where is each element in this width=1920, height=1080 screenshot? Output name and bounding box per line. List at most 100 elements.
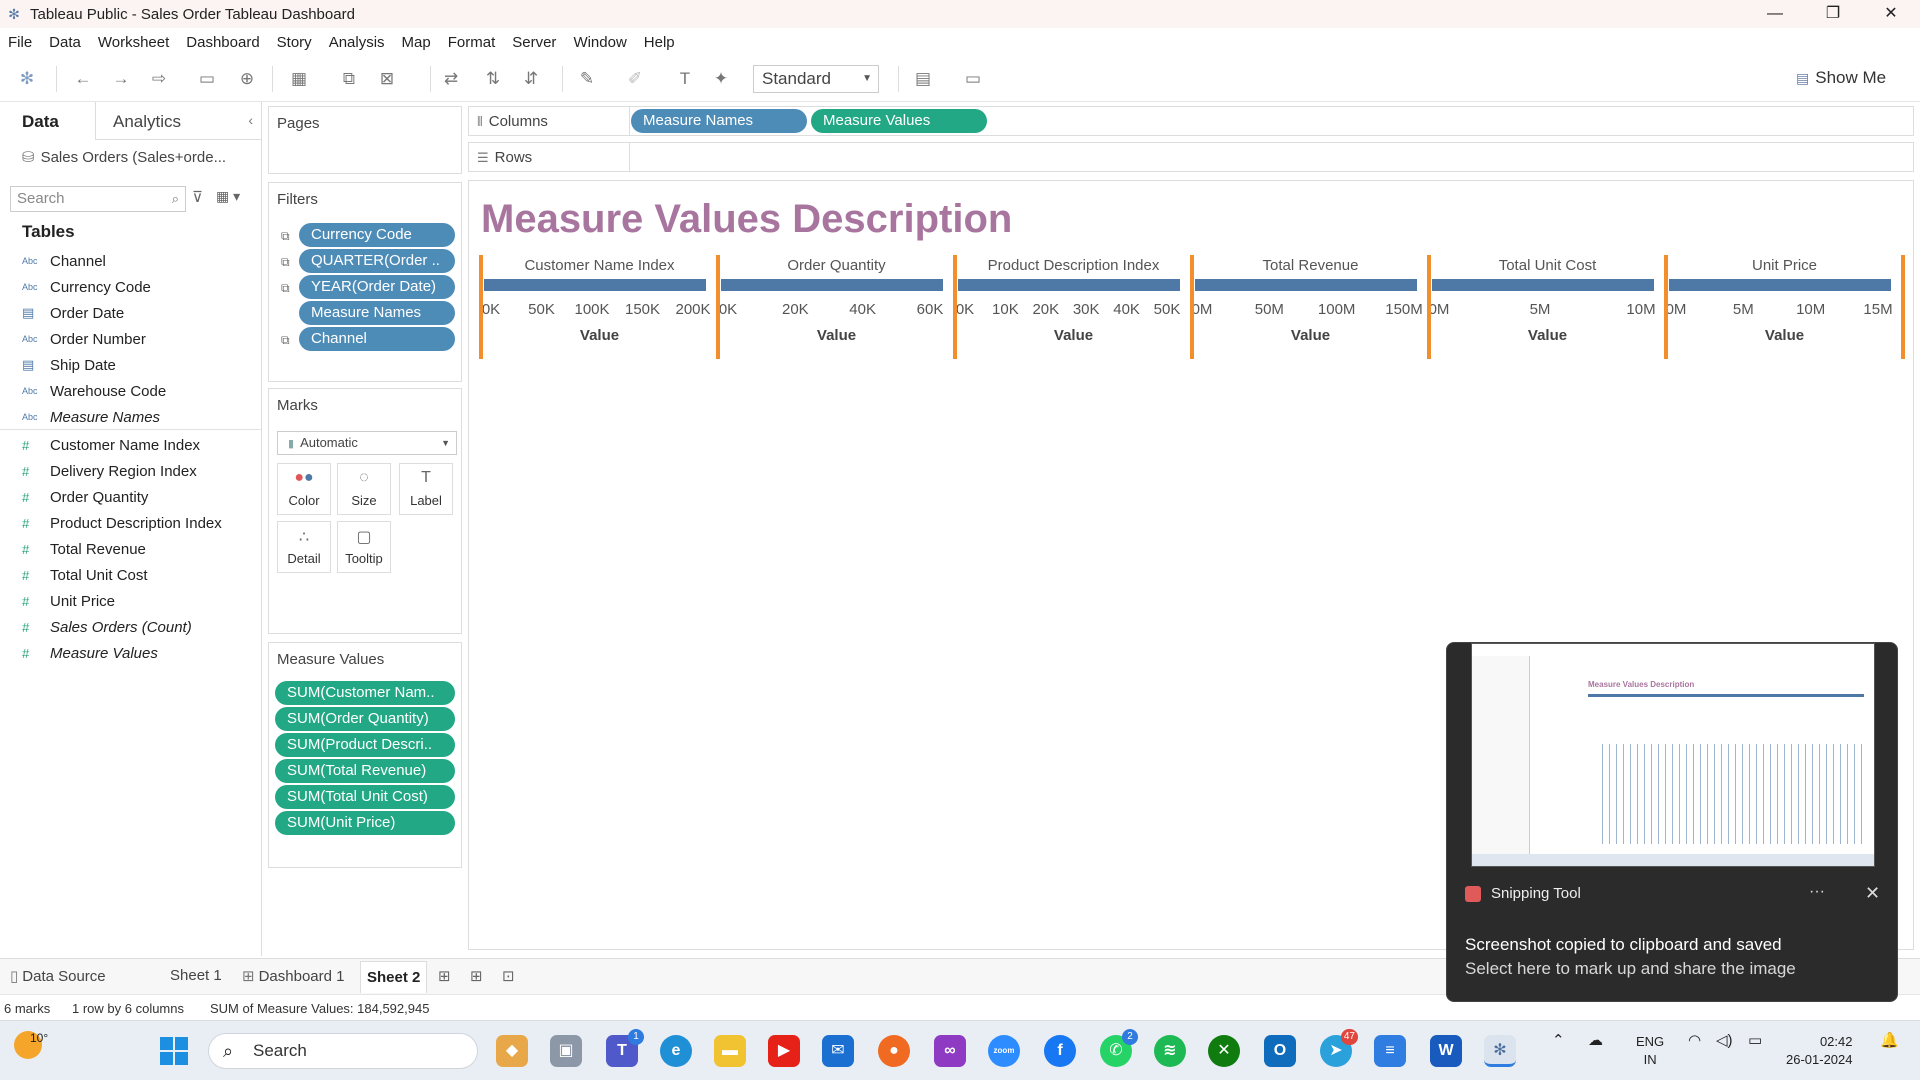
firefox-icon[interactable]: ●: [878, 1035, 910, 1067]
marks-label-button[interactable]: T Label: [399, 463, 453, 515]
outlook-icon[interactable]: O: [1264, 1035, 1296, 1067]
mark-type-select[interactable]: ▮ Automatic ▼: [277, 431, 457, 455]
copilot-icon[interactable]: ◆: [496, 1035, 528, 1067]
marks-color-button[interactable]: ●● Color: [277, 463, 331, 515]
clock[interactable]: 02:42 26-01-2024: [1786, 1033, 1853, 1069]
task-view-icon[interactable]: ▣: [550, 1035, 582, 1067]
language-indicator[interactable]: ENG IN: [1636, 1033, 1664, 1069]
save-icon[interactable]: ▭: [196, 68, 218, 90]
field-total-revenue[interactable]: # Total Revenue: [22, 538, 146, 560]
sort-ascending-icon[interactable]: ⇅: [482, 68, 504, 90]
tab-sheet-1[interactable]: Sheet 1: [170, 967, 222, 984]
weather-widget[interactable]: 10°: [14, 1031, 48, 1059]
fit-select[interactable]: Standard ▼: [753, 65, 879, 93]
marks-tooltip-button[interactable]: ▢ Tooltip: [337, 521, 391, 573]
fix-axes-icon[interactable]: ✦: [710, 68, 732, 90]
sort-descending-icon[interactable]: ⇵: [520, 68, 542, 90]
filter-pill-year[interactable]: YEAR(Order Date): [299, 275, 455, 299]
field-search-input[interactable]: Search ⌕: [10, 186, 186, 212]
facebook-icon[interactable]: f: [1044, 1035, 1076, 1067]
menu-analysis[interactable]: Analysis: [329, 34, 385, 51]
youtube-icon[interactable]: ▶: [768, 1035, 800, 1067]
field-order-number[interactable]: Abc Order Number: [22, 328, 146, 350]
field-ship-date[interactable]: ▤ Ship Date: [22, 354, 116, 376]
telegram-icon[interactable]: ➤ 47: [1320, 1029, 1358, 1067]
tab-data[interactable]: Data: [22, 112, 59, 132]
file-explorer-icon[interactable]: ▬: [714, 1035, 746, 1067]
measure-bar[interactable]: [1195, 279, 1417, 291]
replay-icon[interactable]: ⇨: [148, 68, 170, 90]
field-sales-orders-count[interactable]: # Sales Orders (Count): [22, 616, 192, 638]
field-unit-price[interactable]: # Unit Price: [22, 590, 115, 612]
swap-rows-columns-icon[interactable]: ⇄: [440, 68, 462, 90]
field-delivery-region-index[interactable]: # Delivery Region Index: [22, 460, 197, 482]
volume-icon[interactable]: ◁): [1716, 1031, 1733, 1049]
notification-bell-icon[interactable]: 🔔: [1880, 1031, 1899, 1049]
minimize-button[interactable]: —: [1746, 0, 1804, 28]
toast-close-icon[interactable]: ✕: [1865, 883, 1880, 904]
pages-card[interactable]: Pages: [268, 106, 462, 174]
taskbar-search[interactable]: ⌕ Search: [208, 1033, 478, 1069]
show-cards-icon[interactable]: ▤: [912, 68, 934, 90]
snipping-tool-toast[interactable]: Measure Values Description Snipping Tool…: [1446, 642, 1898, 1002]
start-button[interactable]: [160, 1037, 188, 1065]
tableau-logo-icon[interactable]: ✻: [16, 68, 38, 90]
restore-button[interactable]: ❐: [1804, 0, 1862, 28]
collapse-pane-icon[interactable]: ‹: [248, 112, 253, 128]
measure-pill-order-quantity[interactable]: SUM(Order Quantity): [275, 707, 455, 731]
undo-icon[interactable]: ←: [72, 68, 94, 90]
clipchamp-icon[interactable]: ∞: [934, 1035, 966, 1067]
marks-detail-button[interactable]: ∴ Detail: [277, 521, 331, 573]
measure-bar[interactable]: [1432, 279, 1654, 291]
columns-shelf[interactable]: ⦀ Columns Measure Names Measure Values: [468, 106, 1914, 136]
notepad-icon[interactable]: ≡: [1374, 1035, 1406, 1067]
field-measure-values[interactable]: # Measure Values: [22, 642, 158, 664]
presentation-mode-icon[interactable]: ▭: [962, 68, 984, 90]
close-window-button[interactable]: ✕: [1862, 0, 1920, 28]
measure-pill-total-revenue[interactable]: SUM(Total Revenue): [275, 759, 455, 783]
new-story-tab-icon[interactable]: ⊡: [502, 967, 515, 985]
measure-pill-customer-name[interactable]: SUM(Customer Nam..: [275, 681, 455, 705]
toast-more-button[interactable]: ···: [1809, 883, 1825, 901]
highlight-icon[interactable]: ✎: [576, 68, 598, 90]
zoom-icon[interactable]: zoom: [988, 1035, 1020, 1067]
measure-bar[interactable]: [721, 279, 943, 291]
tab-dashboard-1[interactable]: ⊞ Dashboard 1: [242, 967, 344, 985]
field-product-description-index[interactable]: # Product Description Index: [22, 512, 222, 534]
screenshot-thumbnail[interactable]: Measure Values Description: [1471, 643, 1875, 867]
filter-pill-channel[interactable]: Channel: [299, 327, 455, 351]
field-warehouse-code[interactable]: Abc Warehouse Code: [22, 380, 166, 402]
menu-dashboard[interactable]: Dashboard: [186, 34, 259, 51]
spotify-icon[interactable]: ≋: [1154, 1035, 1186, 1067]
measure-bar[interactable]: [484, 279, 706, 291]
edge-icon[interactable]: e: [660, 1035, 692, 1067]
battery-icon[interactable]: ▭: [1748, 1031, 1762, 1049]
xbox-icon[interactable]: ✕: [1208, 1035, 1240, 1067]
mail-icon[interactable]: ✉: [822, 1035, 854, 1067]
filter-fields-icon[interactable]: ⊽: [192, 188, 203, 206]
tableau-taskbar-icon[interactable]: ✻: [1484, 1035, 1516, 1067]
show-hidden-icons-icon[interactable]: ⌃: [1552, 1031, 1565, 1049]
field-total-unit-cost[interactable]: # Total Unit Cost: [22, 564, 148, 586]
menu-worksheet[interactable]: Worksheet: [98, 34, 169, 51]
rows-shelf[interactable]: ☰ Rows: [468, 142, 1914, 172]
measure-bar[interactable]: [958, 279, 1180, 291]
new-worksheet-icon[interactable]: ▦: [288, 68, 310, 90]
filter-pill-quarter[interactable]: QUARTER(Order ..: [299, 249, 455, 273]
word-icon[interactable]: W: [1430, 1035, 1462, 1067]
new-data-source-icon[interactable]: ⊕: [236, 68, 258, 90]
menu-help[interactable]: Help: [644, 34, 675, 51]
menu-server[interactable]: Server: [512, 34, 556, 51]
wifi-icon[interactable]: ◠: [1688, 1031, 1701, 1049]
measure-bar[interactable]: [1669, 279, 1891, 291]
measure-pill-total-unit-cost[interactable]: SUM(Total Unit Cost): [275, 785, 455, 809]
filter-pill-currency-code[interactable]: Currency Code: [299, 223, 455, 247]
menu-window[interactable]: Window: [573, 34, 626, 51]
duplicate-sheet-icon[interactable]: ⧉: [338, 68, 360, 90]
marks-size-button[interactable]: ◌ Size: [337, 463, 391, 515]
field-order-date[interactable]: ▤ Order Date: [22, 302, 124, 324]
menu-data[interactable]: Data: [49, 34, 81, 51]
filter-pill-measure-names[interactable]: Measure Names: [299, 301, 455, 325]
measure-pill-product-description[interactable]: SUM(Product Descri..: [275, 733, 455, 757]
tab-analytics[interactable]: Analytics: [113, 112, 181, 132]
